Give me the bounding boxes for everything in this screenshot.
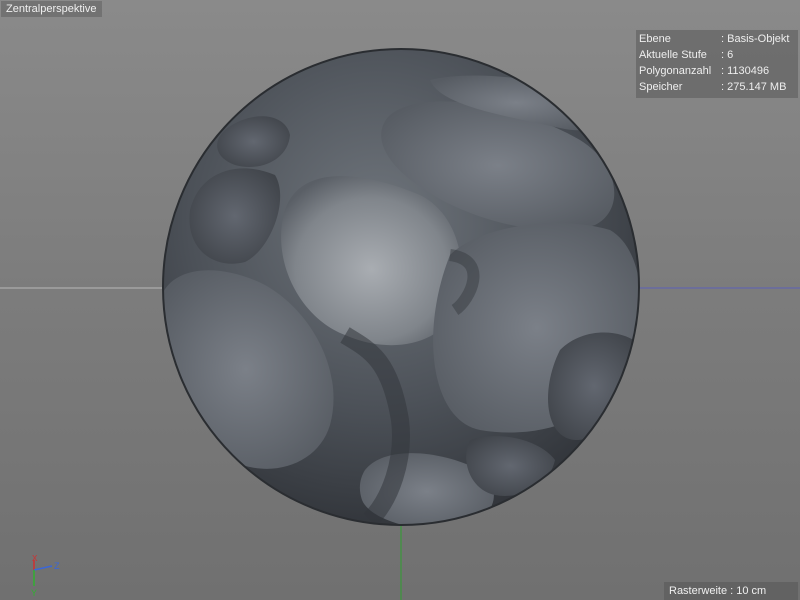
- axis-z-label: Z: [54, 561, 60, 571]
- editor-viewport[interactable]: Zentralperspektive Ebene : Basis-Objekt …: [0, 0, 800, 600]
- hud-row-memory: Speicher : 275.147 MB: [636, 79, 798, 95]
- hud-row-ebene: Ebene : Basis-Objekt: [636, 31, 798, 47]
- axis-x-label: X: [32, 554, 38, 563]
- hud-key: Ebene: [639, 33, 671, 45]
- axis-y-label: Y: [31, 588, 37, 598]
- sculpted-sphere[interactable]: [158, 48, 640, 530]
- hud-row-stufe: Aktuelle Stufe : 6: [636, 47, 798, 63]
- camera-mode-label[interactable]: Zentralperspektive: [1, 1, 102, 17]
- hud-info-panel: Ebene : Basis-Objekt Aktuelle Stufe : 6 …: [636, 30, 798, 98]
- hud-value: : 275.147 MB: [721, 81, 787, 93]
- hud-key: Speicher: [639, 81, 683, 93]
- hud-value: : 1130496: [721, 65, 770, 77]
- hud-value: : Basis-Objekt: [721, 33, 790, 45]
- hud-key: Aktuelle Stufe: [639, 49, 707, 61]
- hud-key: Polygonanzahl: [639, 65, 712, 77]
- hud-value: : 6: [721, 49, 734, 61]
- grid-spacing-label: Rasterweite : 10 cm: [664, 582, 798, 600]
- axis-gizmo-icon: X Z Y: [31, 554, 60, 598]
- hud-row-polygons: Polygonanzahl : 1130496: [636, 63, 798, 79]
